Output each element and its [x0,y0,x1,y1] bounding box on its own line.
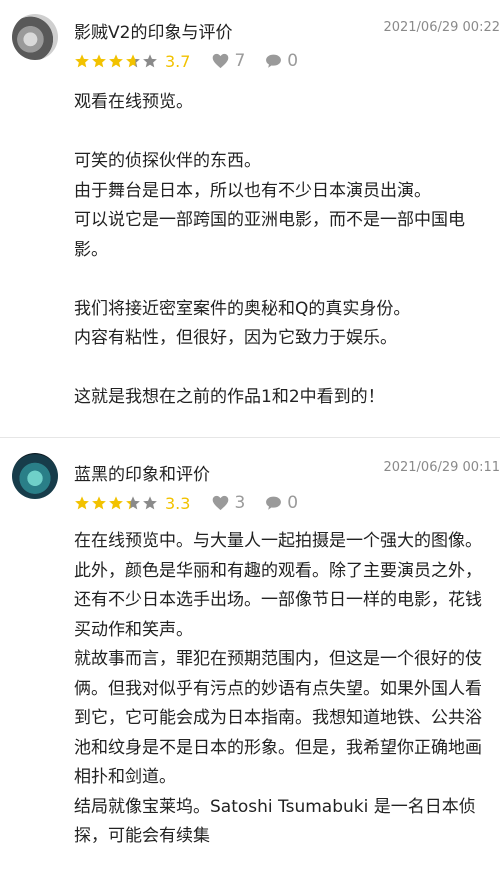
review-paragraph: 由于舞台是日本，所以也有不少日本演员出演。 [74,180,431,201]
review-card: 蓝黑的印象和评价 2021/06/29 00:11 3.3 3 0 在在线预览中… [0,437,500,876]
comment-count-value: 0 [287,493,299,513]
review-paragraph: 可笑的侦探伙伴的东西。 [74,151,261,171]
heart-icon [213,495,229,511]
like-count[interactable]: 3 [212,493,245,513]
review-text: 观看在线预览。 可笑的侦探伙伴的东西。 由于舞台是日本，所以也有不少日本演员出演… [74,88,482,413]
star-icon [126,54,140,68]
review-date: 2021/06/29 00:11 [383,460,500,475]
reviewer-name[interactable]: 影贼V2的印象与评价 [74,18,232,43]
review-paragraph: 我们将接近密室案件的奥秘和Q的真实身份。 [74,298,411,319]
review-paragraph: 就故事而言，罪犯在预期范围内，但这是一个很好的伎俩。但我对似乎有污点的妙语有点失… [74,649,482,787]
heart-icon [213,53,229,69]
avatar[interactable] [12,453,58,499]
review-date: 2021/06/29 00:22 [383,20,500,35]
review-paragraph: 这就是我想在之前的作品1和2中看到的！ [74,387,385,407]
star-rating [74,495,159,511]
reviewer-name[interactable]: 蓝黑的印象和评价 [74,460,210,485]
like-count-value: 7 [234,51,246,71]
rating-value: 3.7 [165,51,191,71]
star-rating [74,53,159,69]
review-paragraph: 结局就像宝莱坞。Satoshi Tsumabuki 是一名日本侦探，可能会有续集 [74,796,476,847]
comment-bubble-icon [266,496,282,510]
comment-bubble-icon [266,54,282,68]
review-paragraph: 观看在线预览。 [74,92,193,112]
star-icon [143,54,157,68]
review-card: 影贼V2的印象与评价 2021/06/29 00:22 3.7 7 0 观看在线… [0,0,500,437]
star-icon [109,496,123,510]
star-icon [109,54,123,68]
review-meta: 3.3 3 0 [74,492,318,514]
star-icon [75,496,89,510]
review-text: 在在线预览中。与大量人一起拍摄是一个强大的图像。此外，颜色是华丽和有趣的观看。除… [74,527,482,852]
rating-value: 3.3 [165,493,191,513]
star-icon [143,496,157,510]
star-icon [126,496,140,510]
star-icon [75,54,89,68]
review-paragraph: 内容有粘性，但很好，因为它致力于娱乐。 [74,328,397,348]
comment-count[interactable]: 0 [265,51,298,71]
review-paragraph: 在在线预览中。与大量人一起拍摄是一个强大的图像。此外，颜色是华丽和有趣的观看。除… [74,531,482,640]
star-icon [92,496,106,510]
review-meta: 3.7 7 0 [74,50,318,72]
comment-count[interactable]: 0 [265,493,298,513]
avatar[interactable] [12,14,58,60]
like-count[interactable]: 7 [212,51,245,71]
star-icon [92,54,106,68]
comment-count-value: 0 [287,51,299,71]
like-count-value: 3 [234,493,246,513]
review-paragraph: 可以说它是一部跨国的亚洲电影，而不是一部中国电影。 [74,210,465,260]
